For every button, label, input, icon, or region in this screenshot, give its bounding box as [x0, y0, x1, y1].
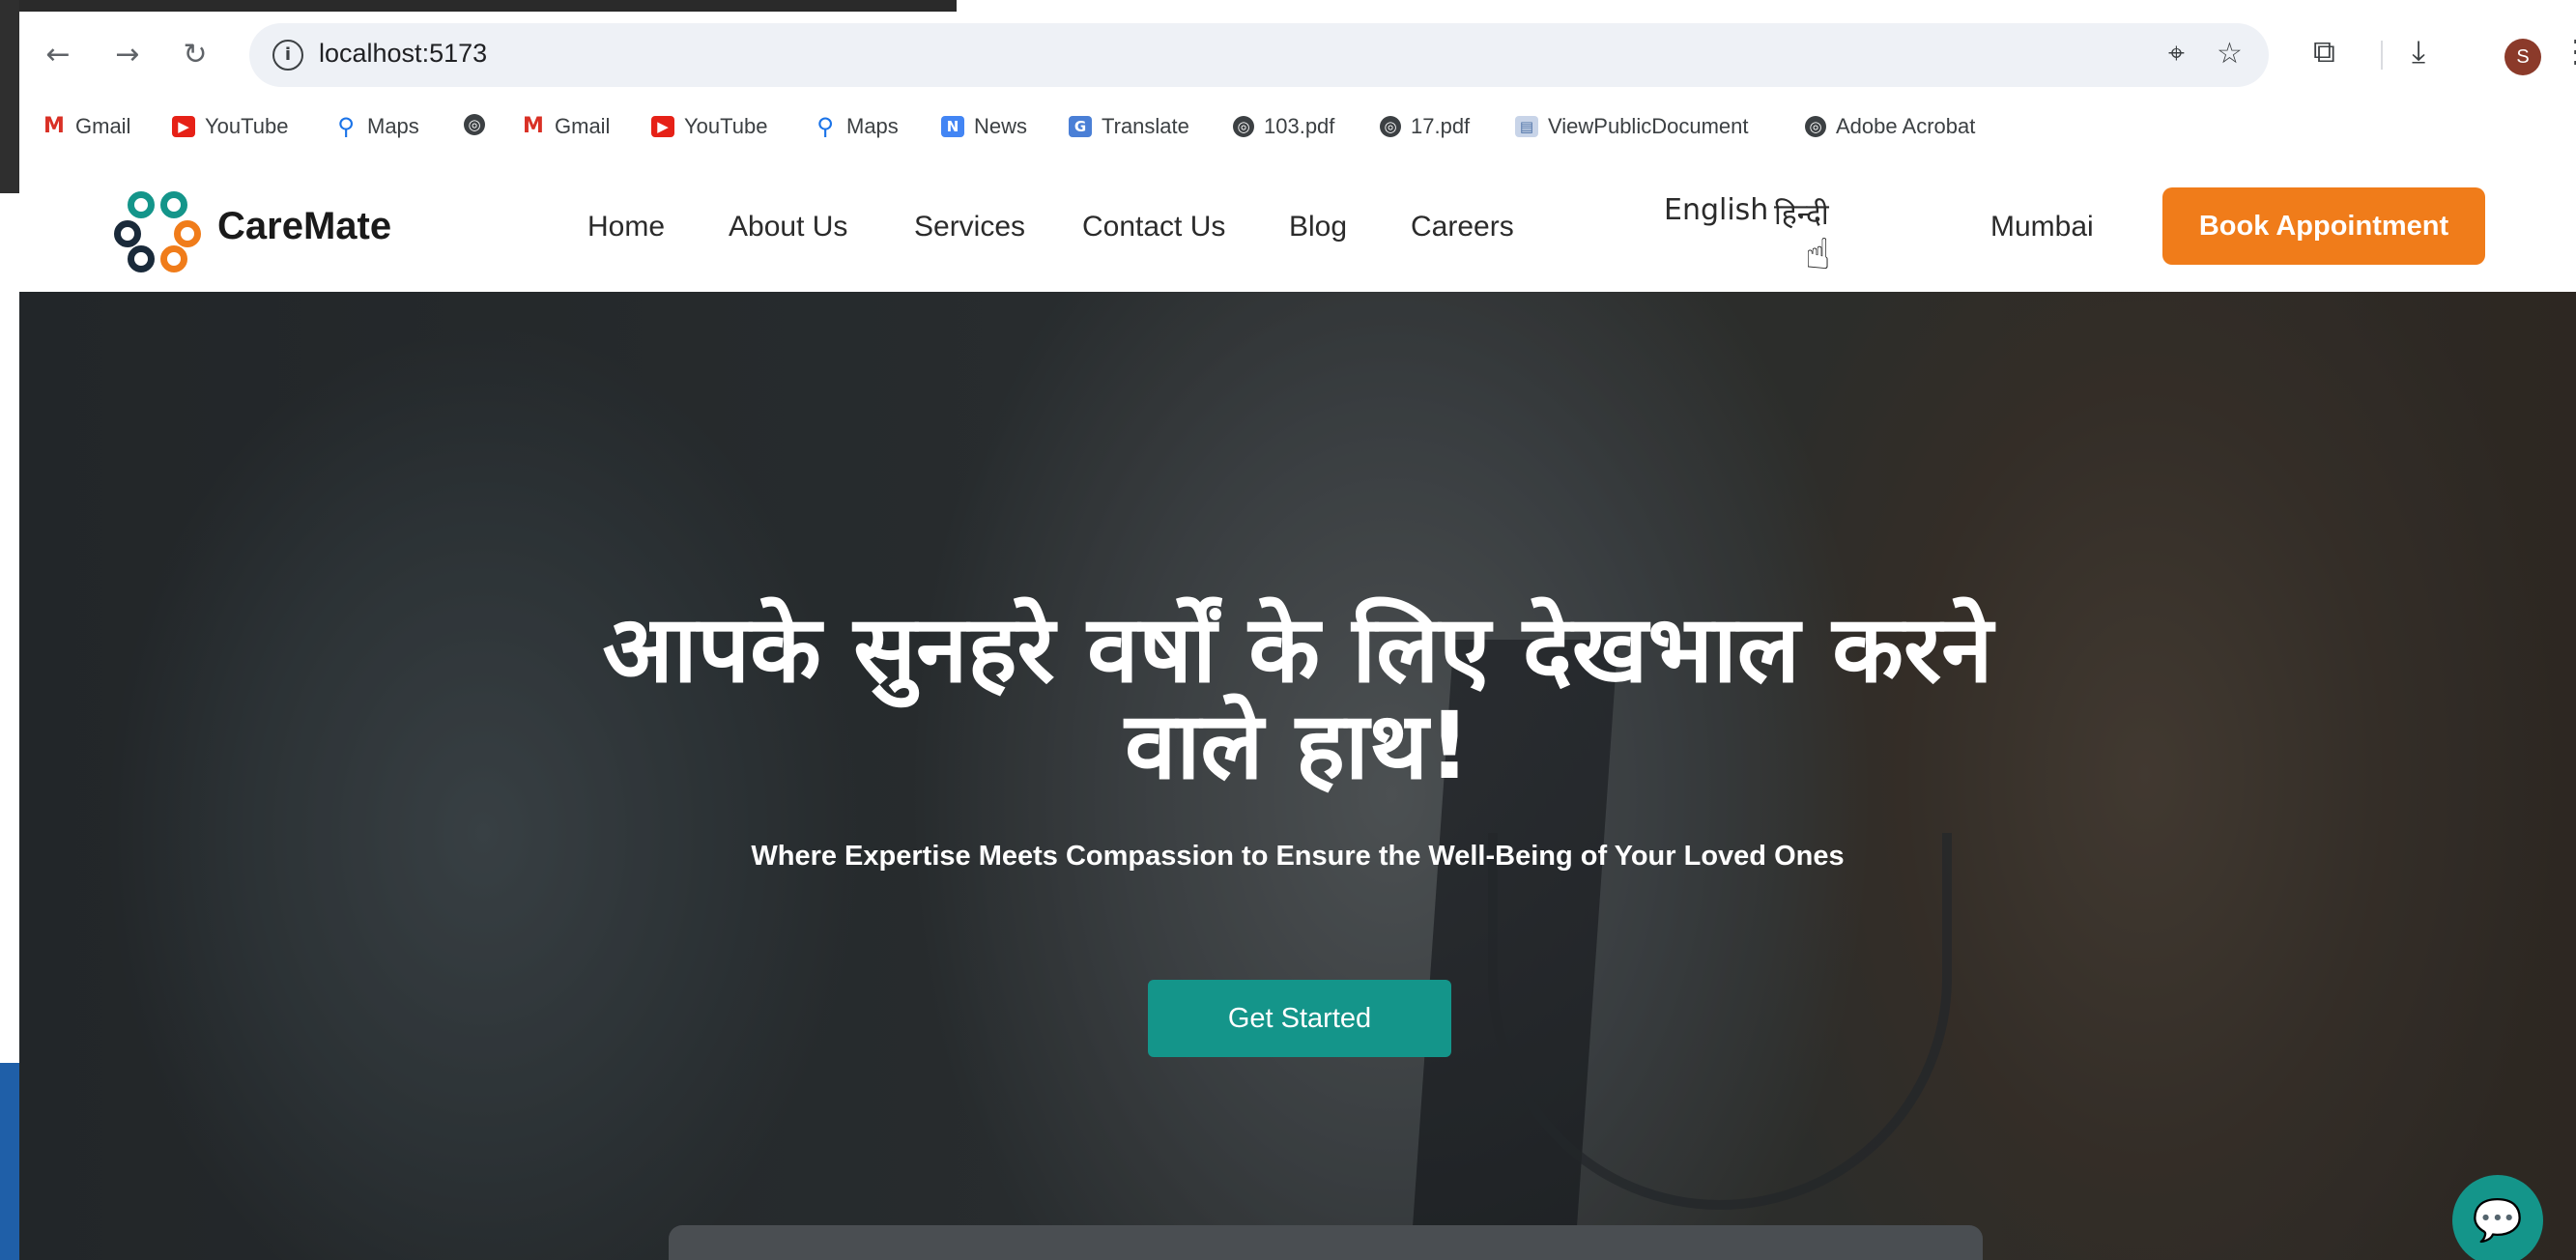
- bookmarks-bar: M Gmail ▶ YouTube ⚲ Maps ◎ M Gmail ▶ You…: [19, 106, 2576, 153]
- browser-chrome: ← → ↻ i localhost:5173 ⌖ ☆ ⧉ ⤓ S ⋮ M Gma…: [19, 12, 2576, 166]
- download-icon[interactable]: ⤓: [2412, 33, 2425, 71]
- document-icon: ▤: [1515, 116, 1538, 137]
- logo-dot: [160, 245, 187, 272]
- bookmark-item[interactable]: ◎ Adobe Acrobat: [1805, 114, 1975, 139]
- hero-title: आपके सुनहरे वर्षों के लिए देखभाल करने वा…: [19, 601, 2576, 794]
- nav-home[interactable]: Home: [587, 211, 665, 243]
- bookmark-item[interactable]: ⚲ Maps: [334, 114, 419, 139]
- nav-blog[interactable]: Blog: [1289, 211, 1347, 243]
- logo-dot: [128, 191, 155, 218]
- logo-dot: [128, 245, 155, 272]
- globe-icon: ◎: [1233, 116, 1254, 137]
- bookmark-item[interactable]: G Translate: [1069, 114, 1189, 139]
- nav-about-us[interactable]: About Us: [729, 211, 847, 243]
- hero-section: आपके सुनहरे वर्षों के लिए देखभाल करने वा…: [19, 292, 2576, 1260]
- hero-subtitle: Where Expertise Meets Compassion to Ensu…: [751, 841, 1845, 872]
- next-section-card: [669, 1225, 1983, 1260]
- news-icon: N: [941, 116, 964, 137]
- bookmark-item[interactable]: ▶ YouTube: [651, 114, 767, 139]
- menu-kebab-icon[interactable]: ⋮: [2561, 33, 2576, 70]
- toolbar-divider: [2381, 41, 2383, 70]
- logo-dot: [160, 191, 187, 218]
- site-info-icon[interactable]: i: [272, 40, 303, 71]
- bookmark-item[interactable]: N News: [941, 114, 1027, 139]
- caremate-logo-icon[interactable]: [114, 186, 203, 272]
- gmail-icon: M: [523, 114, 544, 138]
- maps-icon: ⚲: [337, 113, 355, 140]
- nav-careers[interactable]: Careers: [1411, 211, 1514, 243]
- reload-icon[interactable]: ↻: [174, 33, 216, 75]
- forward-arrow-icon[interactable]: →: [106, 33, 149, 75]
- chat-icon[interactable]: 💬: [2452, 1175, 2543, 1260]
- background-strip: [0, 0, 19, 193]
- logo-dot: [114, 220, 141, 247]
- hero-title-line: आपके सुनहरे वर्षों के लिए देखभाल करने: [602, 595, 1993, 703]
- site-header: CareMate Home About Us Services Contact …: [19, 166, 2576, 292]
- location-pin-icon[interactable]: ⌖: [2168, 37, 2185, 71]
- lang-english[interactable]: English: [1664, 193, 1768, 227]
- bookmark-item[interactable]: M Gmail: [43, 114, 130, 139]
- globe-icon: ◎: [464, 114, 485, 135]
- background-strip: [0, 0, 957, 12]
- bookmark-item[interactable]: ◎ 17.pdf: [1380, 114, 1470, 139]
- bookmark-item[interactable]: ▶ YouTube: [172, 114, 288, 139]
- translate-icon: G: [1069, 116, 1092, 137]
- nav-contact-us[interactable]: Contact Us: [1082, 211, 1225, 243]
- brand-name[interactable]: CareMate: [217, 205, 391, 248]
- hand-cursor-icon: ☝: [1805, 230, 1831, 279]
- bookmark-item[interactable]: ⚲ Maps: [814, 114, 899, 139]
- address-bar[interactable]: i localhost:5173 ⌖ ☆: [249, 23, 2269, 87]
- book-appointment-button[interactable]: Book Appointment: [2162, 187, 2485, 265]
- bookmark-item[interactable]: M Gmail: [522, 114, 610, 139]
- bookmark-star-icon[interactable]: ☆: [2217, 37, 2243, 71]
- lang-hindi[interactable]: हिन्दी: [1774, 193, 1829, 233]
- youtube-icon: ▶: [651, 116, 674, 137]
- gmail-icon: M: [43, 114, 65, 138]
- extensions-icon[interactable]: ⧉: [2313, 33, 2335, 71]
- get-started-button[interactable]: Get Started: [1148, 980, 1451, 1057]
- maps-icon: ⚲: [816, 113, 834, 140]
- background-strip: [0, 1063, 19, 1260]
- city-selector[interactable]: Mumbai: [1990, 211, 2094, 243]
- nav-services[interactable]: Services: [914, 211, 1025, 243]
- bookmark-item[interactable]: ▤ ViewPublicDocument: [1515, 114, 1748, 139]
- youtube-icon: ▶: [172, 116, 195, 137]
- globe-icon: ◎: [1380, 116, 1401, 137]
- hero-title-line: वाले हाथ!: [1125, 692, 1471, 800]
- bookmark-item[interactable]: ◎: [464, 114, 485, 135]
- globe-icon: ◎: [1805, 116, 1826, 137]
- url-text[interactable]: localhost:5173: [319, 39, 487, 69]
- logo-dot: [174, 220, 201, 247]
- address-row: ← → ↻ i localhost:5173 ⌖ ☆ ⧉ ⤓ S ⋮: [19, 12, 2576, 99]
- profile-avatar[interactable]: S: [2504, 39, 2541, 75]
- back-arrow-icon[interactable]: ←: [37, 33, 79, 75]
- bookmark-item[interactable]: ◎ 103.pdf: [1233, 114, 1334, 139]
